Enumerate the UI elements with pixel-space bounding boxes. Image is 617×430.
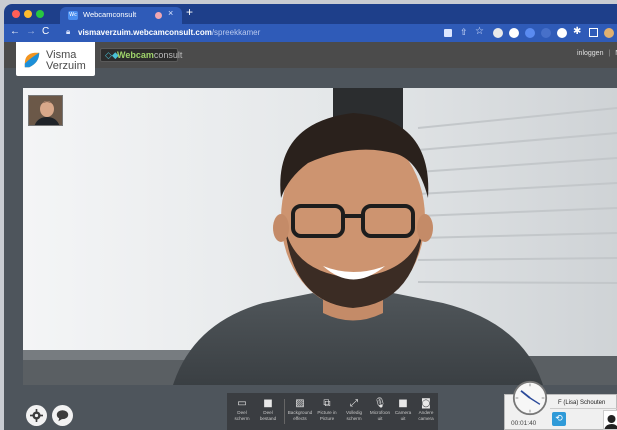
toolbar-divider xyxy=(284,399,285,424)
bookmark-star-icon[interactable]: ☆ xyxy=(475,26,484,37)
folder-icon: ■ xyxy=(263,398,273,409)
minimize-window-button[interactable] xyxy=(24,10,32,18)
fullscreen-icon: ⤢ xyxy=(350,398,358,409)
extension-red-icon[interactable] xyxy=(509,28,519,38)
picture-in-picture-icon: ⧉ xyxy=(323,398,331,409)
webcamconsult-favicon-icon: Wc xyxy=(68,11,78,20)
tool-label: scherm xyxy=(234,416,250,421)
visma-verzuim-logo[interactable]: Visma Verzuim xyxy=(16,42,95,76)
url-path: /spreekkamer xyxy=(211,28,261,37)
lock-icon: 🔒︎ xyxy=(66,27,71,36)
user-silhouette-icon xyxy=(604,415,617,429)
back-arrow-icon[interactable]: ← xyxy=(10,26,20,37)
image-icon: ▨ xyxy=(295,398,305,409)
browser-window: Wc Webcamconsult × + ← → C 🔒︎ vismaverzu… xyxy=(4,4,617,430)
picture-in-picture-button[interactable]: ⧉ Picture in Picture xyxy=(314,397,340,422)
panel-divider xyxy=(550,408,617,409)
screen-share-icon: ▭ xyxy=(237,398,247,409)
share-icon[interactable]: ⇧ xyxy=(460,27,468,38)
settings-button[interactable] xyxy=(26,405,47,426)
tool-label: camera xyxy=(418,416,434,421)
camera-in-use-icon[interactable] xyxy=(444,29,452,37)
visma-logo-icon xyxy=(24,52,40,68)
profile-avatar[interactable] xyxy=(604,28,614,38)
webcamconsult-logo-text: Webcamconsult xyxy=(117,50,182,60)
extension-shield-icon[interactable] xyxy=(557,28,567,38)
extension-icon[interactable] xyxy=(541,28,551,38)
new-tab-icon[interactable]: + xyxy=(186,5,193,19)
call-timer: 00:01:40 xyxy=(511,420,537,427)
logo-line2: Verzuim xyxy=(46,60,86,72)
remote-video[interactable] xyxy=(23,88,617,385)
header-divider: | xyxy=(608,50,611,57)
tab-title: Webcamconsult xyxy=(83,10,137,19)
clock-icon xyxy=(512,380,548,416)
sidepanel-icon[interactable] xyxy=(589,28,598,37)
extensions-puzzle-icon[interactable]: ✱ xyxy=(573,26,581,37)
recording-indicator-icon xyxy=(155,12,162,19)
login-link[interactable]: inloggen | N xyxy=(577,50,617,57)
participant-name: F (Lisa) Schouten xyxy=(558,400,606,406)
remote-participant-image xyxy=(23,88,617,385)
close-window-button[interactable] xyxy=(12,10,20,18)
chat-button[interactable] xyxy=(52,405,73,426)
browser-tab[interactable]: Wc Webcamconsult × xyxy=(60,7,182,24)
gear-icon xyxy=(30,409,43,422)
browser-toolbar: ← → C 🔒︎ vismaverzuim.webcamconsult.com/… xyxy=(4,24,617,42)
tool-label: effects xyxy=(293,416,307,421)
fullscreen-button[interactable]: ⤢ Volledig scherm xyxy=(341,397,367,422)
wc-suffix: consult xyxy=(153,50,183,60)
video-stage: ▭ Deel scherm ■ Deel bestand ▨ Backgroun… xyxy=(4,68,617,430)
site-header xyxy=(4,42,617,68)
extension-blue-icon[interactable] xyxy=(525,28,535,38)
maximize-window-button[interactable] xyxy=(36,10,44,18)
self-view-image xyxy=(29,96,62,125)
reload-icon[interactable]: C xyxy=(42,26,49,37)
share-screen-button[interactable]: ▭ Deel scherm xyxy=(229,397,255,422)
address-bar[interactable]: vismaverzuim.webcamconsult.com/spreekkam… xyxy=(78,28,260,37)
url-host: vismaverzuim.webcamconsult.com xyxy=(78,28,212,37)
switch-camera-icon: ◙ xyxy=(421,398,431,409)
self-view-video[interactable] xyxy=(28,95,63,126)
call-toolbar: ▭ Deel scherm ■ Deel bestand ▨ Backgroun… xyxy=(227,393,438,430)
tool-label: scherm xyxy=(346,416,362,421)
browser-tab-strip: Wc Webcamconsult × + xyxy=(4,4,617,24)
share-file-button[interactable]: ■ Deel bestand xyxy=(255,397,281,422)
switch-camera-button[interactable]: ◙ Andere camera xyxy=(413,397,439,422)
login-label: inloggen xyxy=(577,50,604,57)
refresh-button[interactable]: ⟲ xyxy=(552,412,566,426)
logo-text: Visma Verzuim xyxy=(46,50,86,72)
tab-close-icon[interactable]: × xyxy=(168,8,173,18)
background-effects-button[interactable]: ▨ Background effects xyxy=(287,397,313,422)
refresh-icon: ⟲ xyxy=(555,414,563,424)
chat-icon xyxy=(56,410,69,422)
tool-label: Picture xyxy=(319,416,335,421)
webcamconsult-logo: ◇◆ Webcamconsult xyxy=(100,48,182,62)
forward-arrow-icon[interactable]: → xyxy=(26,26,36,37)
participant-avatar xyxy=(603,410,617,430)
tool-label: bestand xyxy=(259,416,277,421)
extension-badge-icon[interactable] xyxy=(493,28,503,38)
wc-prefix: Webcam xyxy=(117,50,154,60)
